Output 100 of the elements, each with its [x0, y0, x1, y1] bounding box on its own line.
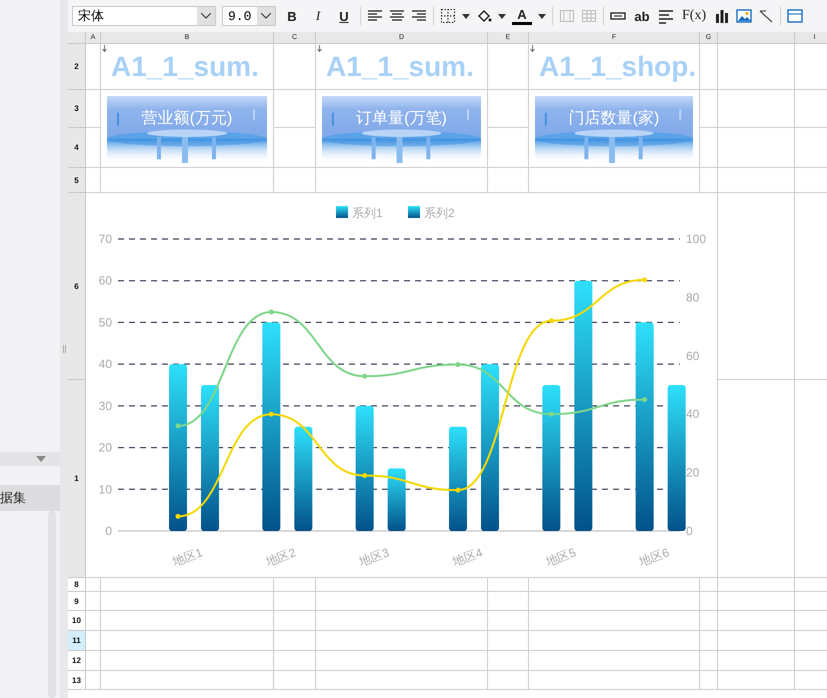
row-header[interactable]: 11	[68, 631, 86, 651]
row-header[interactable]: 1	[68, 380, 86, 578]
row-header[interactable]: 13	[68, 671, 86, 690]
sheet-cell[interactable]	[700, 611, 718, 631]
sheet-cell[interactable]	[718, 128, 795, 168]
sheet-cell[interactable]	[700, 631, 718, 651]
sheet-cell[interactable]	[101, 651, 274, 671]
sheet-cell[interactable]	[529, 651, 700, 671]
panel-icon[interactable]	[787, 8, 804, 24]
sheet-cell[interactable]	[529, 611, 700, 631]
sheet-cell[interactable]	[718, 380, 795, 578]
sheet-cell[interactable]	[529, 578, 700, 592]
sheet-cell[interactable]	[529, 168, 700, 193]
sheet-cell[interactable]	[274, 611, 316, 631]
merge-icon[interactable]	[559, 8, 575, 24]
row-header[interactable]: 2	[68, 44, 86, 90]
sheet-cell[interactable]	[274, 651, 316, 671]
sheet-cell[interactable]	[488, 651, 529, 671]
sheet-cell[interactable]	[316, 592, 488, 611]
sheet-cell[interactable]	[274, 128, 316, 168]
sheet-cell[interactable]	[101, 578, 274, 592]
sheet-cell[interactable]	[488, 44, 529, 90]
text-button[interactable]: ab	[632, 5, 652, 27]
sheet-cell[interactable]	[700, 90, 718, 128]
sheet-cell[interactable]	[86, 631, 101, 651]
sheet-cell[interactable]	[86, 168, 101, 193]
sheet-cell[interactable]	[316, 651, 488, 671]
splitter-grip[interactable]	[62, 345, 66, 353]
caret-icon[interactable]	[538, 14, 546, 18]
font-color-button[interactable]: A	[512, 7, 532, 25]
sheet-cell[interactable]	[101, 631, 274, 651]
sheet-cell[interactable]	[274, 90, 316, 128]
sheet-cell[interactable]	[488, 90, 529, 128]
sheet-cell[interactable]	[274, 168, 316, 193]
row-header[interactable]: 8	[68, 578, 86, 592]
sheet-cell[interactable]	[488, 611, 529, 631]
sidebar-item[interactable]: 据集	[0, 485, 60, 511]
chevron-down-icon[interactable]	[261, 13, 271, 19]
sheet-cell[interactable]	[86, 592, 101, 611]
dropdown-arrow-icon[interactable]	[36, 456, 46, 462]
sheet-cell[interactable]	[316, 631, 488, 651]
sheet-cell[interactable]	[101, 611, 274, 631]
sheet-cell[interactable]	[316, 168, 488, 193]
sheet-cell[interactable]	[86, 90, 101, 128]
row-header[interactable]: 5	[68, 168, 86, 193]
sheet-cell[interactable]	[101, 671, 274, 690]
sheet-cell[interactable]	[529, 671, 700, 690]
sheet-cell[interactable]	[274, 44, 316, 90]
italic-button[interactable]: I	[308, 5, 328, 27]
sheet-cell[interactable]	[316, 578, 488, 592]
bold-button[interactable]: B	[282, 5, 302, 27]
row-header[interactable]: 10	[68, 611, 86, 631]
row-header[interactable]: 6	[68, 193, 86, 380]
row-header[interactable]: 9	[68, 592, 86, 611]
sheet-cell[interactable]	[488, 578, 529, 592]
lines-icon[interactable]	[658, 8, 674, 24]
sheet-cell[interactable]	[488, 168, 529, 193]
sheet-cell[interactable]	[86, 651, 101, 671]
grid-icon[interactable]	[581, 8, 597, 24]
sheet-cell[interactable]	[718, 592, 795, 611]
font-select[interactable]: 宋体	[72, 6, 216, 26]
sheet-cell[interactable]	[274, 578, 316, 592]
chart-icon[interactable]	[714, 8, 730, 24]
sheet-cell[interactable]	[488, 631, 529, 651]
chevron-down-icon[interactable]	[201, 13, 211, 19]
sheet-cell[interactable]	[86, 578, 101, 592]
image-icon[interactable]	[736, 8, 752, 24]
sheet-cell[interactable]	[718, 611, 795, 631]
sheet-cell[interactable]	[718, 631, 795, 651]
sheet-cell[interactable]	[316, 671, 488, 690]
sheet-cell[interactable]	[529, 592, 700, 611]
sheet-cell[interactable]	[718, 193, 795, 380]
underline-button[interactable]: U	[334, 5, 354, 27]
formula-button[interactable]: F(x)	[680, 5, 708, 27]
sheet-cell[interactable]	[86, 611, 101, 631]
sheet-cell[interactable]	[700, 671, 718, 690]
sheet-cell[interactable]	[700, 651, 718, 671]
sheet-cell[interactable]	[700, 578, 718, 592]
sheet-cell[interactable]	[488, 128, 529, 168]
sheet-cell[interactable]	[86, 44, 101, 90]
slash-icon[interactable]	[758, 8, 774, 24]
select-all-corner[interactable]	[68, 32, 86, 44]
row-header[interactable]: 3	[68, 90, 86, 128]
sheet-cell[interactable]	[101, 592, 274, 611]
sheet-cell[interactable]	[529, 631, 700, 651]
row-header[interactable]: 12	[68, 651, 86, 671]
sheet-cell[interactable]	[316, 611, 488, 631]
border-icon[interactable]	[440, 8, 456, 24]
sheet-cell[interactable]	[718, 651, 795, 671]
sheet-cell[interactable]	[700, 128, 718, 168]
sheet-cell[interactable]	[718, 168, 795, 193]
caret-icon[interactable]	[462, 14, 470, 18]
sheet-cell[interactable]	[274, 592, 316, 611]
sheet-cell[interactable]	[86, 128, 101, 168]
sheet-cell[interactable]	[718, 44, 795, 90]
sheet-cell[interactable]	[274, 631, 316, 651]
sheet-cell[interactable]	[718, 578, 795, 592]
sheet-cell[interactable]	[700, 168, 718, 193]
sheet-cell[interactable]	[488, 671, 529, 690]
column-header[interactable]	[718, 32, 795, 44]
